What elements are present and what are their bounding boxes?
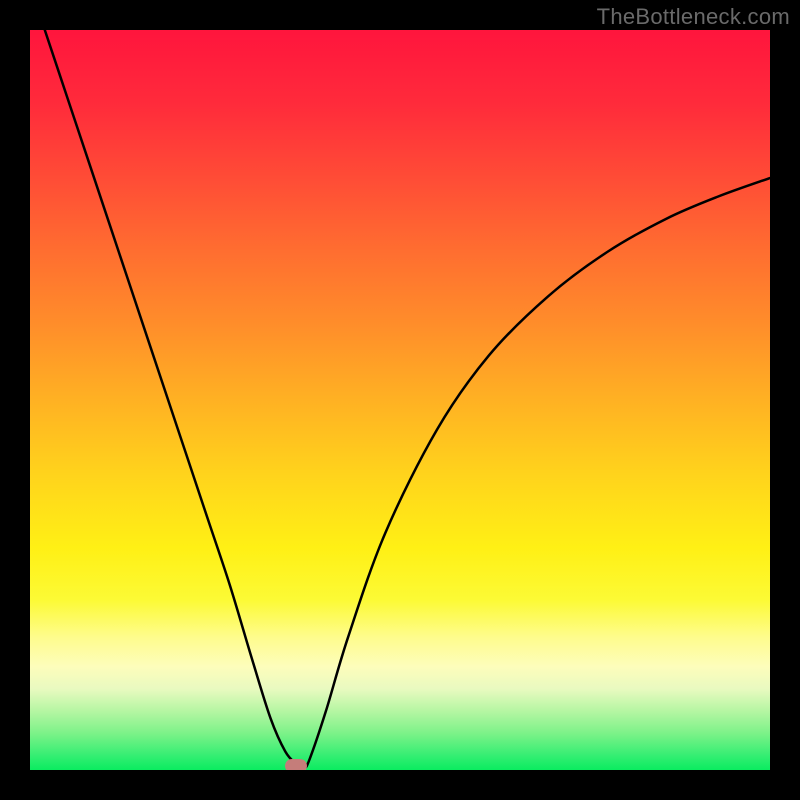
curve-svg	[30, 30, 770, 770]
plot-area	[30, 30, 770, 770]
bottleneck-curve	[45, 30, 770, 769]
watermark-text: TheBottleneck.com	[597, 4, 790, 30]
chart-frame: TheBottleneck.com	[0, 0, 800, 800]
optimal-point-marker	[285, 759, 307, 770]
